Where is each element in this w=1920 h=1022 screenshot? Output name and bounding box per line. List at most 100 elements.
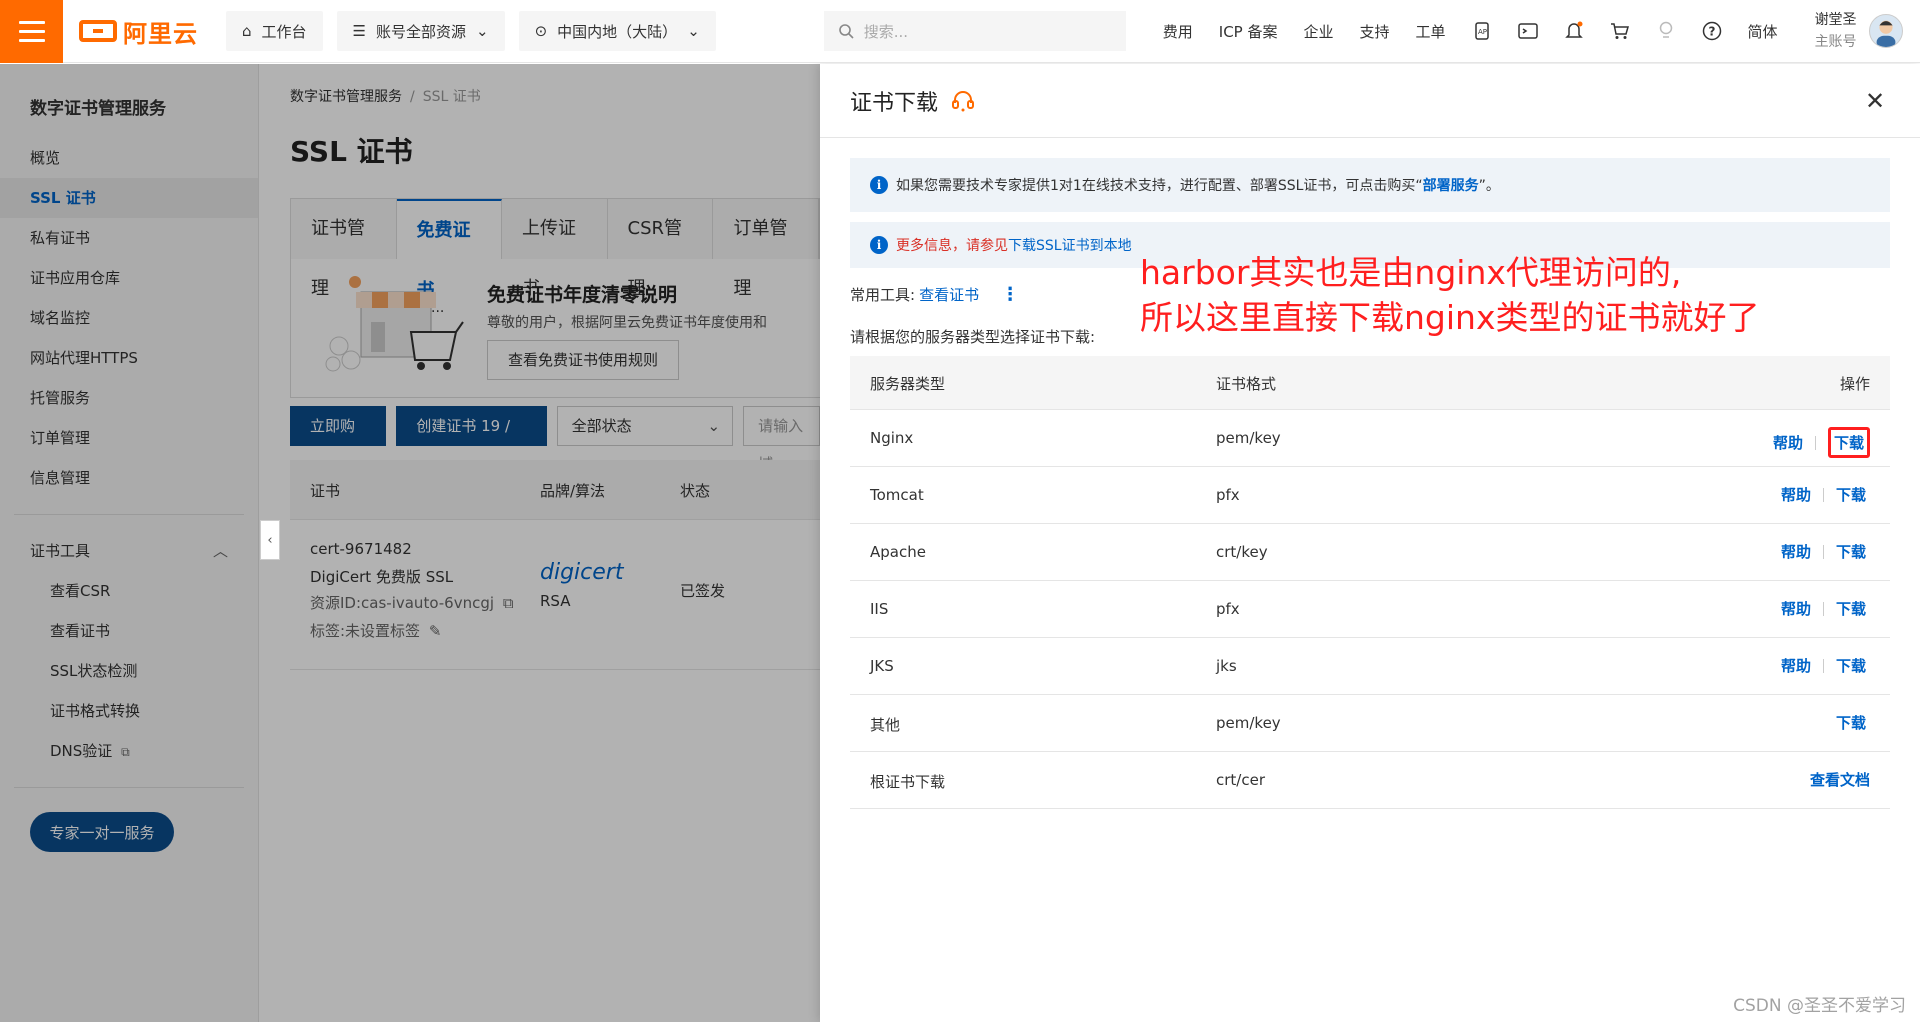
help-link[interactable]: 帮助 xyxy=(1781,655,1811,676)
language-switch[interactable]: 简体 xyxy=(1735,21,1791,42)
server-type: Apache xyxy=(870,543,926,561)
table-row: IIS pfx 帮助 下载 xyxy=(850,581,1890,638)
download-table: 服务器类型 证书格式 操作 Nginx pem/key 帮助 下载 Tomcat… xyxy=(850,356,1890,809)
row-operations: 帮助 下载 xyxy=(1781,484,1870,505)
modal-mask[interactable] xyxy=(0,64,820,1022)
download-button-apache[interactable]: 下载 xyxy=(1836,541,1866,562)
cert-format: pfx xyxy=(1216,486,1240,504)
row-operations: 帮助 下载 xyxy=(1773,427,1870,458)
logo-text: 阿里云 xyxy=(123,19,198,48)
link-support[interactable]: 支持 xyxy=(1347,21,1403,42)
top-bar: 阿里云 ⌂ 工作台 ☰ 账号全部资源 ⌄ ⊙ 中国内地（大陆） ⌄ 搜索... … xyxy=(0,0,1920,63)
download-table-header: 服务器类型 证书格式 操作 xyxy=(850,356,1890,410)
download-ssl-local-link[interactable]: 下载SSL证书到本地 xyxy=(1008,235,1132,255)
deploy-service-link[interactable]: 部署服务 xyxy=(1423,178,1479,194)
col-cert-format: 证书格式 xyxy=(1216,375,1277,393)
cert-format: pfx xyxy=(1216,600,1240,618)
server-type: 其他 xyxy=(870,716,901,734)
cert-format: crt/cer xyxy=(1216,771,1265,789)
region-dropdown[interactable]: ⊙ 中国内地（大陆） ⌄ xyxy=(518,11,716,51)
svg-text:?: ? xyxy=(1708,25,1715,39)
cart-icon[interactable] xyxy=(1609,20,1631,42)
table-row: 根证书下载 crt/cer 查看文档 xyxy=(850,752,1890,809)
table-row: 其他 pem/key 下载 xyxy=(850,695,1890,752)
csdn-watermark: CSDN @圣圣不爱学习 xyxy=(1733,996,1906,1016)
link-enterprise[interactable]: 企业 xyxy=(1291,21,1347,42)
view-cert-link[interactable]: 查看证书 xyxy=(919,284,979,305)
server-type-hint: 请根据您的服务器类型选择证书下载: xyxy=(850,328,1096,346)
server-type: Nginx xyxy=(870,429,914,447)
region-label: 中国内地（大陆） xyxy=(557,22,678,41)
top-links: 费用 ICP 备案 企业 支持 工单 AP ? 简体 xyxy=(1150,20,1791,42)
cert-format: crt/key xyxy=(1216,543,1268,561)
avatar[interactable] xyxy=(1868,14,1903,48)
help-link[interactable]: 帮助 xyxy=(1773,432,1803,453)
more-vertical-icon[interactable]: ⋮ xyxy=(1001,285,1019,304)
workbench-button[interactable]: ⌂ 工作台 xyxy=(226,11,323,51)
annotation-line-1: harbor其实也是由nginx代理访问的, xyxy=(1140,253,1682,292)
cert-format: pem/key xyxy=(1216,714,1281,732)
link-ticket[interactable]: 工单 xyxy=(1403,21,1459,42)
row-operations: 下载 xyxy=(1836,712,1870,733)
search-icon xyxy=(838,24,854,39)
server-type: Tomcat xyxy=(870,486,924,504)
common-tools: 常用工具: 查看证书 ⋮ xyxy=(850,284,1019,305)
red-annotation: harbor其实也是由nginx代理访问的, 所以这里直接下载nginx类型的证… xyxy=(1140,250,1759,340)
aliyun-logo-mark xyxy=(79,20,117,42)
list-icon: ☰ xyxy=(352,22,366,40)
aliyun-logo[interactable]: 阿里云 xyxy=(79,14,198,49)
app-icon[interactable]: AP xyxy=(1471,20,1493,42)
table-row: Nginx pem/key 帮助 下载 xyxy=(850,410,1890,467)
user-info[interactable]: 谢堂圣 主账号 xyxy=(1815,9,1857,53)
notification-bell-icon[interactable] xyxy=(1563,20,1585,42)
cert-download-drawer: 证书下载 ✕ i 如果您需要技术专家提供1对1在线技术支持，进行配置、部署SSL… xyxy=(820,64,1920,1022)
lightbulb-icon[interactable] xyxy=(1655,20,1677,42)
view-docs-link[interactable]: 查看文档 xyxy=(1810,769,1870,790)
close-icon[interactable]: ✕ xyxy=(1862,88,1888,114)
col-server-type: 服务器类型 xyxy=(870,375,946,393)
chevron-down-icon: ⌄ xyxy=(687,22,700,40)
svg-text:AP: AP xyxy=(1478,28,1487,36)
notice-more-info-text: 更多信息，请参见 xyxy=(896,238,1008,254)
download-button-tomcat[interactable]: 下载 xyxy=(1836,484,1866,505)
help-link[interactable]: 帮助 xyxy=(1781,598,1811,619)
global-search-input[interactable]: 搜索... xyxy=(823,11,1126,51)
headset-support-icon[interactable] xyxy=(950,88,976,114)
annotation-line-2: 所以这里直接下载nginx类型的证书就好了 xyxy=(1140,298,1760,337)
table-row: Tomcat pfx 帮助 下载 xyxy=(850,467,1890,524)
cert-format: pem/key xyxy=(1216,429,1281,447)
download-button-other[interactable]: 下载 xyxy=(1836,712,1866,733)
user-role: 主账号 xyxy=(1814,34,1857,50)
table-row: Apache crt/key 帮助 下载 xyxy=(850,524,1890,581)
download-button-iis[interactable]: 下载 xyxy=(1836,598,1866,619)
download-button-jks[interactable]: 下载 xyxy=(1836,655,1866,676)
link-icp[interactable]: ICP 备案 xyxy=(1206,21,1291,42)
drawer-title: 证书下载 xyxy=(850,90,939,116)
server-type: 根证书下载 xyxy=(870,773,946,791)
collapse-sidebar-toggle[interactable]: ‹ xyxy=(260,520,280,560)
table-row: JKS jks 帮助 下载 xyxy=(850,638,1890,695)
common-tools-label: 常用工具: xyxy=(850,286,916,304)
server-type: JKS xyxy=(870,657,894,675)
link-billing[interactable]: 费用 xyxy=(1150,21,1206,42)
col-operations: 操作 xyxy=(1839,375,1870,393)
help-icon[interactable]: ? xyxy=(1701,20,1723,42)
search-placeholder: 搜索... xyxy=(863,22,909,41)
notice-deploy-service: i 如果您需要技术专家提供1对1在线技术支持，进行配置、部署SSL证书，可点击购… xyxy=(850,158,1890,212)
account-resources-dropdown[interactable]: ☰ 账号全部资源 ⌄ xyxy=(336,11,505,51)
chevron-down-icon: ⌄ xyxy=(476,22,489,40)
help-link[interactable]: 帮助 xyxy=(1781,541,1811,562)
hamburger-menu-button[interactable] xyxy=(0,0,63,63)
help-link[interactable]: 帮助 xyxy=(1781,484,1811,505)
server-type: IIS xyxy=(870,600,889,618)
account-resources-label: 账号全部资源 xyxy=(376,22,467,41)
download-button-nginx[interactable]: 下载 xyxy=(1827,427,1870,458)
cert-format: jks xyxy=(1216,657,1237,675)
terminal-icon[interactable] xyxy=(1517,20,1539,42)
row-operations: 帮助 下载 xyxy=(1781,541,1870,562)
info-icon: i xyxy=(870,236,888,254)
user-name: 谢堂圣 xyxy=(1814,12,1857,28)
drawer-header: 证书下载 ✕ xyxy=(820,64,1920,138)
row-operations: 帮助 下载 xyxy=(1781,598,1870,619)
row-operations: 帮助 下载 xyxy=(1781,655,1870,676)
